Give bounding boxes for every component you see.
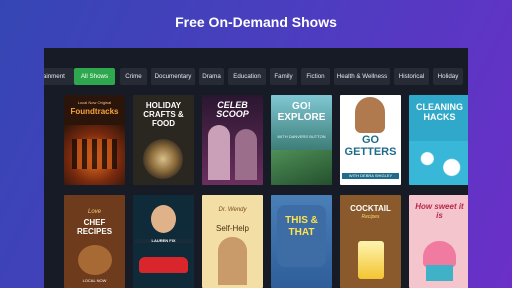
laurenfix-art [151,205,176,233]
tile-subtitle: WITH DANVERS BUTTON [277,134,326,139]
tile-subtitle: WITH DEBRA SHIGLEY [342,173,399,180]
crafts-art [143,139,183,179]
tile-title: THIS & THAT [285,215,318,238]
chip-documentary[interactable]: Documentary [151,68,195,85]
show-tile-cleaning-hacks[interactable]: CLEANING HACKS [409,95,468,185]
show-tile-how-sweet-it-is[interactable]: How sweet it is [409,195,468,288]
tile-title: GO GETTERS [344,134,397,158]
show-tile-go-getters[interactable]: GO GETTERS WITH DEBRA SHIGLEY [340,95,401,185]
person-icon [235,129,257,180]
tile-title: GO! EXPLORE [277,101,326,123]
show-tile-foundtracks[interactable]: Local Now Original Foundtracks [64,95,125,185]
chip-education[interactable]: Education [228,68,266,85]
sweet-art [423,241,456,267]
cocktail-art [358,241,384,279]
chip-health-wellness[interactable]: Health & Wellness [334,68,390,85]
chip-all-shows[interactable]: All Shows [74,68,115,85]
chef-art [78,245,112,275]
celeb-art [208,125,230,180]
chip-holiday[interactable]: Holiday [433,68,463,85]
cleaning-art [409,141,468,185]
car-icon [139,257,188,273]
tile-pretitle: Love [87,209,101,215]
chip-historical[interactable]: Historical [394,68,429,85]
tile-subtitle: LAUREN FIX [135,238,192,244]
show-tile-self-help[interactable]: Dr. Wendy Self-Help [202,195,263,288]
tile-pretitle: Local Now Original [77,100,112,105]
chip-family[interactable]: Family [270,68,297,85]
show-tile-go-explore[interactable]: GO! EXPLORE WITH DANVERS BUTTON [271,95,332,185]
tile-pretitle: Dr. Wendy [218,207,247,213]
category-bar: rtainment All Shows Crime Documentary Dr… [44,68,468,85]
tile-title: CLEANING HACKS [416,102,463,122]
cupcake-icon [426,265,453,281]
tile-subtitle: Recipes [361,214,380,220]
explore-art [271,150,332,185]
show-tile-celeb-scoop[interactable]: CELEB SCOOP [202,95,263,185]
chip-entertainment[interactable]: rtainment [44,68,74,85]
tile-title: CHEF RECIPES [76,218,113,236]
page-title: Free On-Demand Shows [175,14,337,30]
show-tile-this-and-that[interactable]: THIS & THAT [271,195,332,288]
selfhelp-art [218,237,247,285]
tile-subtitle: LOCAL NOW [82,278,107,283]
tile-title: COCKTAIL [350,204,391,213]
tile-title: Self-Help [216,224,249,233]
tile-title: How sweet it is [415,202,464,220]
app-screen: rtainment All Shows Crime Documentary Dr… [44,48,468,288]
tile-title: Foundtracks [70,107,119,116]
chip-drama[interactable]: Drama [199,68,224,85]
show-tile-chef-recipes[interactable]: Love CHEF RECIPES LOCAL NOW [64,195,125,288]
show-tile-lauren-fix[interactable]: LAUREN FIX [133,195,194,288]
show-tile-cocktail-recipes[interactable]: COCKTAIL Recipes [340,195,401,288]
tile-title: CELEB SCOOP [216,100,249,120]
show-tile-holiday-crafts[interactable]: HOLIDAY CRAFTS & FOOD [133,95,194,185]
tile-title: HOLIDAY CRAFTS & FOOD [143,101,184,129]
chip-crime[interactable]: Crime [120,68,147,85]
chip-fiction[interactable]: Fiction [301,68,330,85]
gogetters-art [355,97,385,133]
mixer-icon [72,139,117,169]
